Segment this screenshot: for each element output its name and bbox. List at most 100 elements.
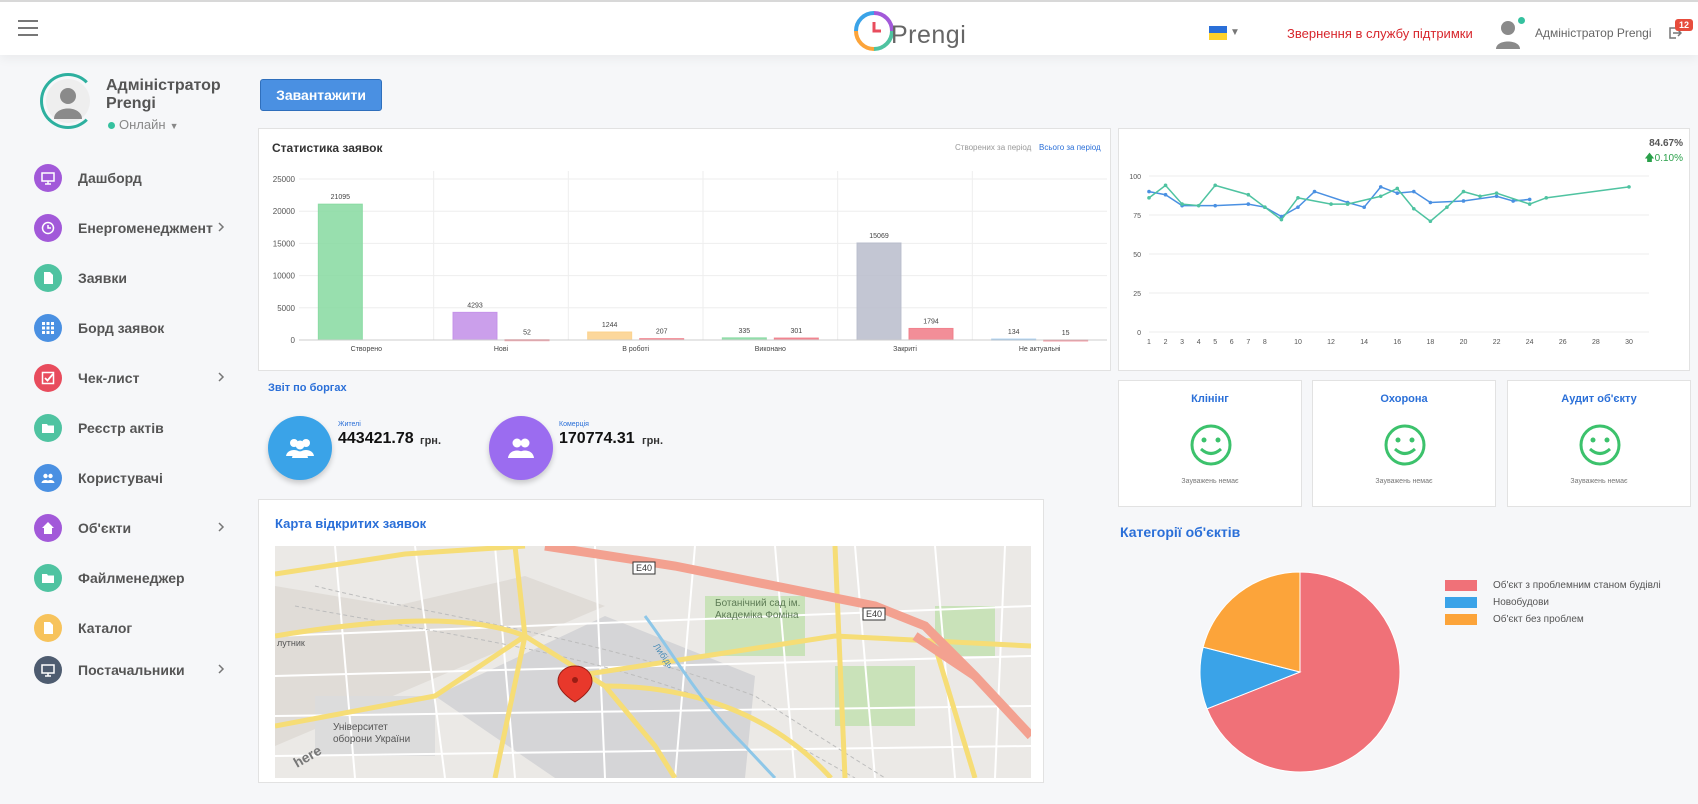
data-point[interactable] [1428, 200, 1433, 205]
bar-value-label: 52 [523, 330, 531, 337]
data-point[interactable] [1312, 189, 1317, 194]
data-point[interactable] [1279, 217, 1284, 222]
download-button[interactable]: Завантажити [260, 79, 382, 111]
x-tick-label: 28 [1592, 339, 1600, 346]
hamburger-menu-icon[interactable] [18, 20, 38, 36]
avatar-icon[interactable] [1495, 19, 1521, 49]
smiley-face-icon [1579, 424, 1621, 466]
sidebar-item[interactable]: Чек-лист [34, 363, 234, 393]
data-point[interactable] [1395, 191, 1400, 195]
sidebar-icon-badge [34, 164, 62, 192]
data-point[interactable] [1461, 199, 1466, 203]
data-point[interactable] [1395, 186, 1400, 191]
data-point[interactable] [1180, 202, 1184, 206]
notification-badge[interactable]: 12 [1675, 19, 1694, 31]
debt-report-link[interactable]: Звіт по боргах [268, 382, 347, 394]
data-point[interactable] [1494, 191, 1499, 195]
status-card-security[interactable]: Охорона Зауважень немає [1312, 380, 1496, 507]
sidebar-item[interactable]: Каталог [34, 613, 234, 643]
legend-item[interactable]: Об'єкт без проблем [1445, 612, 1584, 626]
home-icon [42, 522, 54, 534]
data-point[interactable] [1147, 196, 1151, 200]
bar-value-label: 4293 [467, 302, 483, 309]
status-card-object-audit[interactable]: Аудит об'єкту Зауважень немає [1507, 380, 1691, 507]
bar[interactable] [452, 311, 498, 341]
data-point[interactable] [1246, 202, 1251, 206]
data-point[interactable] [1147, 189, 1151, 194]
line-chart-panel: 84.67% 🡅0.10% 0 25 50 75 100 1 2 3 4 5 6 7 8 10 12 14 16… [1118, 128, 1690, 371]
data-point[interactable] [1378, 185, 1383, 189]
y-tick-label: 100 [1129, 174, 1141, 181]
sidebar-item-label: Користувачі [78, 470, 163, 486]
data-point[interactable] [1296, 205, 1300, 209]
open-requests-map-panel: Карта відкритих заявок E40 E40 Ботанічни… [258, 499, 1044, 783]
data-point[interactable] [1345, 202, 1350, 206]
commerce-debt-value: 170774.31 [559, 430, 635, 447]
data-point[interactable] [1362, 205, 1366, 209]
sidebar-item[interactable]: Файлменеджер [34, 563, 234, 593]
sidebar-item[interactable]: Реєстр актів [34, 413, 234, 443]
map[interactable]: E40 E40 Ботанічний сад ім. Академіка Фом… [275, 546, 1031, 778]
avatar[interactable] [46, 79, 90, 123]
map-canvas[interactable]: E40 E40 Ботанічний сад ім. Академіка Фом… [275, 546, 1031, 778]
bar[interactable] [587, 331, 633, 341]
ukraine-flag-icon[interactable] [1209, 26, 1227, 40]
data-point[interactable] [1246, 192, 1251, 197]
data-point[interactable] [1163, 192, 1168, 197]
monitor-icon [41, 664, 55, 677]
sidebar-icon-badge [34, 364, 62, 392]
bar[interactable] [856, 242, 902, 341]
data-point[interactable] [1296, 196, 1300, 200]
support-link[interactable]: Звернення в службу підтримки [1287, 26, 1473, 41]
data-point[interactable] [1263, 205, 1267, 209]
x-tick-label: 8 [1263, 339, 1267, 346]
data-point[interactable] [1461, 189, 1466, 194]
data-point[interactable] [1412, 189, 1416, 194]
residents-circle[interactable] [268, 416, 332, 480]
data-point[interactable] [1527, 197, 1532, 202]
data-point[interactable] [1478, 194, 1482, 199]
logo[interactable]: Prengi [853, 8, 966, 54]
sidebar-item[interactable]: Користувачі [34, 463, 234, 493]
sidebar-item[interactable]: Заявки [34, 263, 234, 293]
sidebar-item-label: Борд заявок [78, 320, 165, 336]
data-point[interactable] [1378, 194, 1383, 199]
data-point[interactable] [1445, 205, 1449, 209]
data-point[interactable] [1428, 219, 1433, 224]
data-point[interactable] [1163, 183, 1168, 188]
bar[interactable] [908, 327, 954, 341]
sidebar-item[interactable]: Дашборд [34, 163, 234, 193]
data-point[interactable] [1213, 183, 1218, 188]
data-point[interactable] [1527, 202, 1532, 206]
y-tick-label: 10000 [273, 272, 296, 281]
chevron-right-icon[interactable] [216, 220, 226, 234]
sidebar-item[interactable]: Об'єкти [34, 513, 234, 543]
sidebar-icon-badge [34, 314, 62, 342]
legend-item[interactable]: Об'єкт з проблемним станом будівлі [1445, 578, 1661, 592]
legend-item[interactable]: Новобудови [1445, 595, 1549, 609]
data-point[interactable] [1544, 196, 1549, 200]
sidebar-item[interactable]: Борд заявок [34, 313, 234, 343]
data-point[interactable] [1196, 203, 1201, 208]
data-point[interactable] [1627, 185, 1631, 189]
x-tick-label: Нові [494, 345, 509, 353]
bar-value-label: 21095 [331, 194, 351, 201]
sidebar-item[interactable]: Постачальники [34, 655, 234, 685]
online-dot [108, 122, 115, 130]
sidebar: Адміністратор Prengi Онлайн ▼ Дашборд Енер… [0, 55, 240, 804]
status-card-cleaning[interactable]: Клінінг Зауважень немає [1118, 380, 1302, 507]
chevron-right-icon[interactable] [216, 520, 226, 534]
caret-down-icon[interactable]: ▼ [1230, 27, 1240, 38]
chevron-right-icon[interactable] [216, 370, 226, 384]
data-point[interactable] [1412, 206, 1416, 211]
chevron-right-icon[interactable] [216, 662, 226, 676]
bar[interactable] [317, 203, 363, 341]
top-username[interactable]: Адміністратор Prengi [1535, 26, 1652, 40]
data-point[interactable] [1329, 202, 1333, 206]
sidebar-item[interactable]: Енергоменеджмент [34, 213, 234, 243]
online-indicator [1518, 17, 1525, 24]
user-status-dropdown[interactable]: Онлайн ▼ [108, 117, 178, 132]
data-point[interactable] [1494, 194, 1499, 199]
commerce-circle[interactable] [489, 416, 553, 480]
data-point[interactable] [1213, 203, 1218, 208]
